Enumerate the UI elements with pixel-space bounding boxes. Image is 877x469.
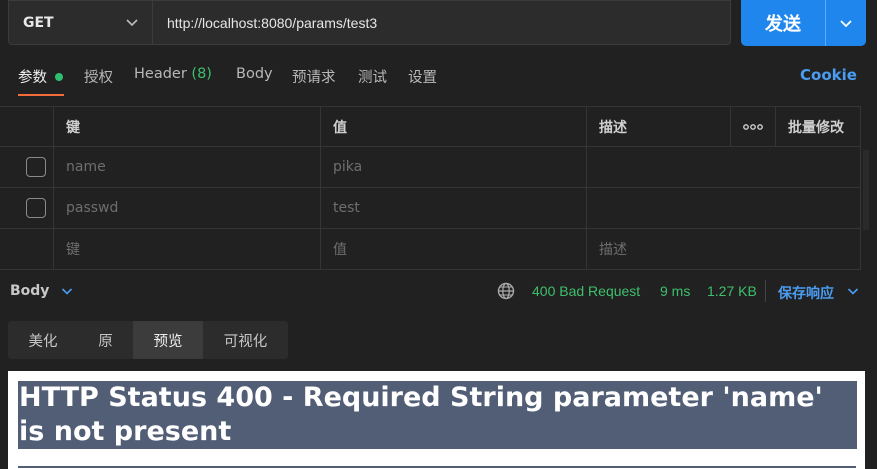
send-options-button[interactable] [826,0,866,46]
response-preview: HTTP Status 400 - Required String parame… [8,371,865,469]
row-checkbox[interactable] [26,198,46,218]
send-button-group: 发送 [741,0,866,46]
tab-body[interactable]: Body [236,66,273,82]
view-mode-tabs: 美化 原 预览 可视化 [8,321,288,359]
param-description[interactable] [586,147,861,187]
response-size: 1.27 KB [707,283,757,299]
chevron-down-icon[interactable] [60,284,74,298]
method-label: GET [23,14,54,31]
column-header-key: 键 [53,107,320,146]
column-header-description: 描述 [586,107,730,146]
tab-header-count: (8) [191,66,212,82]
url-input[interactable]: http://localhost:8080/params/test3 [152,0,731,45]
response-body-label[interactable]: Body [10,283,49,299]
param-key[interactable]: passwd [53,188,320,228]
chevron-down-icon[interactable] [846,284,860,298]
new-description-input[interactable]: 描述 [586,229,861,269]
param-value[interactable]: pika [320,147,586,187]
param-key[interactable]: name [53,147,320,187]
chevron-down-icon [126,19,138,27]
table-row: name pika [0,147,861,188]
scrollbar[interactable] [863,150,869,230]
more-dots-icon [743,123,763,130]
param-description[interactable] [586,188,861,228]
view-tab-pretty[interactable]: 美化 [8,321,78,359]
table-row-empty: 键 值 描述 [0,229,861,270]
tab-settings[interactable]: 设置 [408,66,437,87]
new-value-input[interactable]: 值 [320,229,586,269]
params-table: 键 值 描述 批量修改 name pika passwd test 键 值 描述 [0,106,861,271]
row-checkbox[interactable] [26,157,46,177]
active-tab-underline [18,94,64,96]
tab-tests[interactable]: 测试 [358,66,387,87]
table-header-row: 键 值 描述 批量修改 [0,106,861,147]
view-tab-raw[interactable]: 原 [78,321,133,359]
params-active-dot [55,73,63,81]
cookie-link[interactable]: Cookie [800,66,857,84]
tab-prerequest[interactable]: 预请求 [292,66,336,87]
divider [765,280,766,302]
param-value[interactable]: test [320,188,586,228]
method-select[interactable]: GET [8,0,152,45]
bulk-edit-button[interactable]: 批量修改 [775,107,861,146]
tab-auth[interactable]: 授权 [84,66,113,87]
save-response-button[interactable]: 保存响应 [778,283,834,303]
globe-icon[interactable] [497,282,515,300]
view-tab-visualize[interactable]: 可视化 [203,321,288,359]
response-time: 9 ms [660,283,691,299]
tab-header-label: Header [134,66,187,82]
send-button[interactable]: 发送 [741,0,825,46]
column-header-value: 值 [320,107,586,146]
tab-params[interactable]: 参数 [18,66,47,87]
status-badge: 400 Bad Request [532,283,641,299]
table-row: passwd test [0,188,861,229]
view-tab-preview[interactable]: 预览 [133,321,203,359]
url-text: http://localhost:8080/params/test3 [167,14,378,31]
preview-divider [18,466,856,468]
preview-heading: HTTP Status 400 - Required String parame… [18,381,857,449]
more-options-button[interactable] [730,107,775,146]
tab-header[interactable]: Header (8) [134,66,212,82]
new-key-input[interactable]: 键 [53,229,320,269]
chevron-down-icon [840,20,852,28]
